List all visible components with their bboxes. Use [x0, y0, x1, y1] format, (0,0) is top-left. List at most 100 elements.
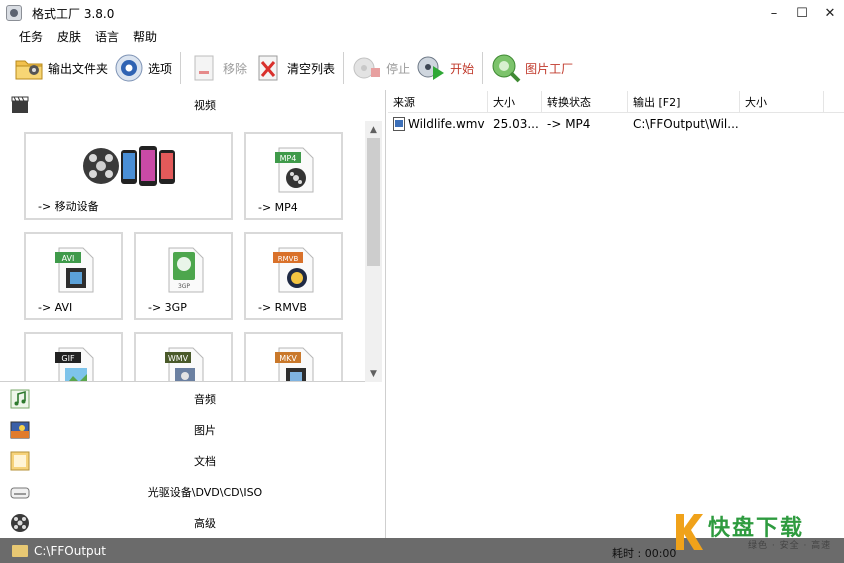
category-optical-drive[interactable]: 光驱设备\DVD\CD\ISO	[0, 476, 386, 507]
toolbar-separator	[180, 52, 182, 84]
mkv-badge-text: MKV	[279, 354, 297, 363]
mobile-devices-icon	[81, 144, 177, 193]
tile-rmvb[interactable]: RMVB -> RMVB	[244, 232, 343, 320]
picture-factory-button[interactable]: 图片工厂	[491, 50, 573, 86]
column-size[interactable]: 大小	[488, 91, 542, 113]
window-controls: – ☐ ✕	[760, 0, 844, 26]
wmv-badge-text: WMV	[167, 354, 188, 363]
column-status[interactable]: 转换状态	[542, 91, 628, 113]
output-folder-button[interactable]: 输出文件夹	[14, 50, 108, 86]
clear-list-button[interactable]: 清空列表	[253, 50, 335, 86]
title-bar: 格式工厂 3.8.0 – ☐ ✕	[0, 0, 844, 26]
remove-label: 移除	[223, 61, 248, 76]
category-picture-label: 图片	[194, 423, 216, 437]
tile-label: -> 移动设备	[38, 200, 99, 213]
output-path[interactable]: C:\FFOutput	[34, 544, 106, 558]
clear-list-label: 清空列表	[287, 61, 336, 76]
cell-size: 25.03...	[493, 117, 539, 131]
app-logo-icon	[6, 5, 22, 21]
watermark-subtitle: 绿色 · 安全 · 高速	[748, 541, 832, 551]
close-button[interactable]: ✕	[816, 0, 844, 26]
menu-help[interactable]: 帮助	[126, 28, 164, 45]
avi-badge-text: AVI	[61, 254, 74, 263]
mp4-file-icon: MP4	[271, 146, 317, 197]
start-play-icon	[416, 53, 446, 83]
tile-mkv[interactable]: MKV	[244, 332, 343, 381]
tile-avi[interactable]: AVI -> AVI	[24, 232, 123, 320]
video-category-header[interactable]: 视频	[0, 90, 385, 120]
category-advanced-label: 高级	[194, 516, 216, 530]
source-filename: Wildlife.wmv	[408, 117, 485, 131]
options-label: 选项	[148, 61, 173, 76]
toolbar-separator	[343, 52, 345, 84]
menu-language[interactable]: 语言	[88, 28, 126, 45]
menu-task[interactable]: 任务	[12, 28, 50, 45]
column-source[interactable]: 来源	[388, 91, 488, 113]
clear-list-icon	[253, 53, 283, 83]
start-label: 开始	[450, 61, 475, 76]
3gp-badge-text: 3GP	[177, 283, 189, 290]
tile-wmv[interactable]: WMV	[134, 332, 233, 381]
cell-output: C:\FFOutput\Wil...	[633, 117, 739, 131]
category-audio[interactable]: 音频	[0, 383, 386, 414]
tile-label: -> AVI	[38, 301, 73, 314]
settings-gear-icon	[114, 53, 144, 83]
stop-label: 停止	[386, 61, 411, 76]
video-category-label: 视频	[194, 99, 216, 112]
start-button[interactable]: 开始	[416, 50, 474, 86]
minimize-button[interactable]: –	[760, 0, 788, 26]
rmvb-file-icon: RMVB	[271, 246, 317, 297]
menu-bar: 任务 皮肤 语言 帮助	[0, 26, 164, 46]
gif-file-icon: GIF	[51, 346, 97, 381]
table-row[interactable]: Wildlife.wmv 25.03... -> MP4 C:\FFOutput…	[388, 114, 844, 134]
scroll-down-arrow-icon[interactable]: ▼	[365, 365, 382, 382]
stop-icon	[352, 53, 382, 83]
task-list: 来源 大小 转换状态 输出 [F2] 大小 Wildlife.wmv 25.03…	[388, 90, 844, 538]
picture-factory-label: 图片工厂	[525, 61, 574, 76]
tile-3gp[interactable]: 3GP -> 3GP	[134, 232, 233, 320]
tile-mobile-device[interactable]: -> 移动设备	[24, 132, 233, 220]
category-document-label: 文档	[194, 454, 216, 468]
maximize-button[interactable]: ☐	[788, 0, 816, 26]
output-folder-label: 输出文件夹	[48, 61, 109, 76]
remove-button[interactable]: 移除	[189, 50, 247, 86]
remove-file-icon	[189, 53, 219, 83]
stop-button[interactable]: 停止	[352, 50, 410, 86]
avi-file-icon: AVI	[51, 246, 97, 297]
scroll-thumb[interactable]	[367, 138, 380, 266]
category-audio-label: 音频	[194, 392, 216, 406]
tile-gif[interactable]: GIF	[24, 332, 123, 381]
column-output-size[interactable]: 大小	[740, 91, 824, 113]
options-button[interactable]: 选项	[114, 50, 172, 86]
folder-icon[interactable]	[12, 544, 28, 557]
wmv-file-icon: WMV	[161, 346, 207, 381]
mkv-file-icon: MKV	[271, 346, 317, 381]
toolbar-separator	[482, 52, 484, 84]
menu-skin[interactable]: 皮肤	[50, 28, 88, 45]
category-panel: 视频 -> 移动设备 MP4 -> MP4 AVI -> AVI 3GP -> …	[0, 90, 386, 538]
tile-label: -> 3GP	[148, 301, 187, 314]
tile-label: -> RMVB	[258, 301, 307, 314]
category-advanced[interactable]: 高级	[0, 507, 386, 538]
category-optical-drive-label: 光驱设备\DVD\CD\ISO	[147, 485, 263, 499]
toolbar: 输出文件夹 选项 移除 清空列表 停止 开始 图片工厂	[0, 47, 844, 89]
rmvb-badge-text: RMVB	[277, 255, 298, 263]
watermark-logo-icon	[676, 514, 703, 550]
category-picture[interactable]: 图片	[0, 414, 386, 445]
category-document[interactable]: 文档	[0, 445, 386, 476]
video-format-tiles: -> 移动设备 MP4 -> MP4 AVI -> AVI 3GP -> 3GP	[0, 121, 382, 382]
elapsed-time: 耗时 : 00:00	[612, 547, 677, 560]
column-output[interactable]: 输出 [F2]	[628, 91, 740, 113]
site-watermark: 快盘下载 绿色 · 安全 · 高速	[672, 506, 840, 558]
mp4-badge-text: MP4	[279, 154, 296, 163]
folder-icon	[14, 53, 44, 83]
task-list-header: 来源 大小 转换状态 输出 [F2] 大小	[388, 91, 844, 113]
scroll-up-arrow-icon[interactable]: ▲	[365, 121, 382, 138]
tiles-scrollbar[interactable]: ▲ ▼	[365, 121, 382, 382]
video-file-icon	[393, 117, 405, 131]
tile-label: -> MP4	[258, 201, 298, 214]
cell-status: -> MP4	[547, 117, 591, 131]
picture-factory-icon	[491, 53, 521, 83]
gif-badge-text: GIF	[61, 354, 75, 363]
tile-mp4[interactable]: MP4 -> MP4	[244, 132, 343, 220]
